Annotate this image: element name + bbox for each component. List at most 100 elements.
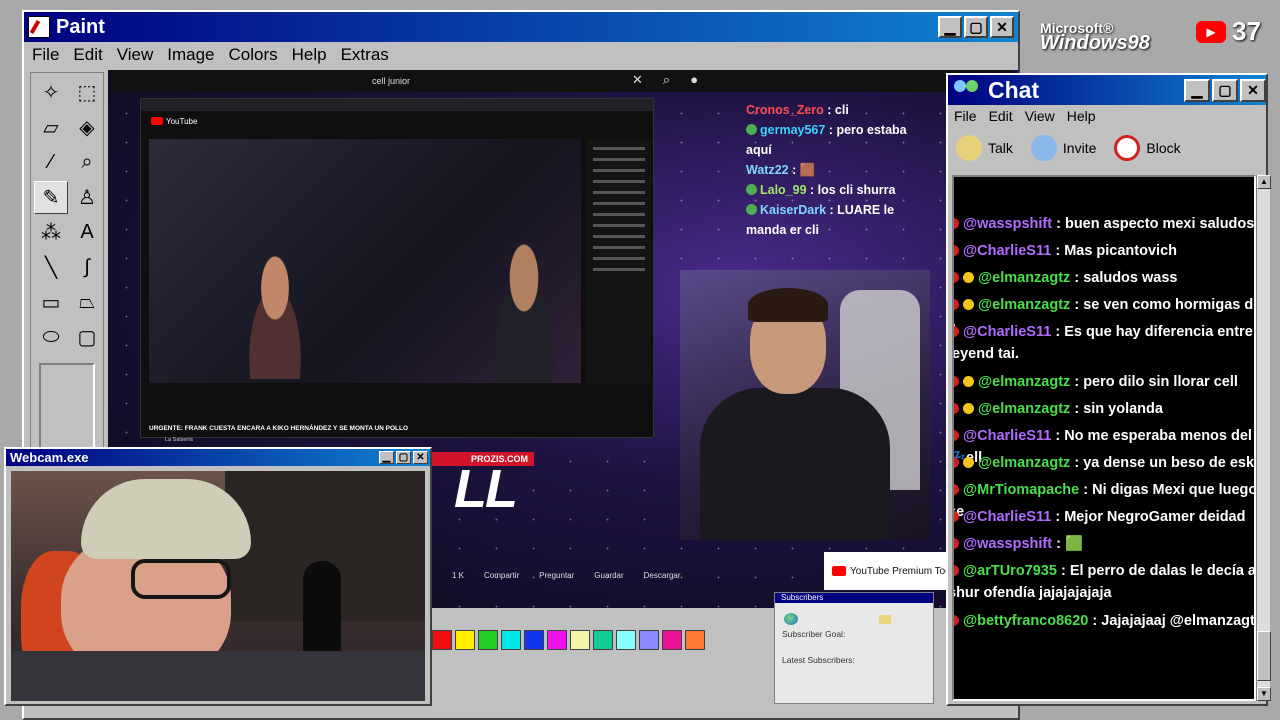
- like-button[interactable]: 1 K: [452, 571, 464, 580]
- eraser-icon[interactable]: ▱: [34, 111, 68, 144]
- youtube-header: YouTube: [141, 111, 653, 131]
- chat-username[interactable]: @wasspshift: [963, 536, 1052, 552]
- chat-text: Mejor NegroGamer deidad: [1064, 509, 1246, 525]
- chat-username[interactable]: @CharlieS11: [963, 243, 1051, 259]
- color-swatch[interactable]: [478, 630, 498, 650]
- chat-titlebar[interactable]: Chat ▁ ▢ ✕: [948, 75, 1266, 105]
- menu-help[interactable]: Help: [292, 45, 327, 65]
- close-button[interactable]: ✕: [1240, 78, 1266, 102]
- menu-file[interactable]: File: [32, 45, 59, 65]
- pencil-icon[interactable]: ✎: [34, 181, 68, 214]
- chat-message: @CharlieS11 : Mejor NegroGamer deidad: [954, 506, 1254, 528]
- fill-icon[interactable]: ◈: [70, 111, 104, 144]
- block-button[interactable]: Block: [1114, 135, 1181, 161]
- video-actions: 1 K Compartir Preguntar Guardar Descarga…: [452, 566, 802, 584]
- maximize-button[interactable]: ▢: [1212, 78, 1238, 102]
- stream-chat-line: Lalo_99 : los cli shurra: [746, 180, 926, 200]
- paint-app-icon: [28, 16, 50, 38]
- chat-text: 🟩: [1064, 536, 1084, 552]
- menu-extras[interactable]: Extras: [341, 45, 389, 65]
- minimize-button[interactable]: ▁: [938, 16, 962, 38]
- rounded-rect-icon[interactable]: ▢: [70, 321, 104, 354]
- chat-message: @elmanzagtz : pero dilo sin llorar cell: [954, 371, 1254, 393]
- polygon-icon[interactable]: ⏢: [70, 286, 104, 319]
- chat-username[interactable]: @elmanzagtz: [978, 297, 1070, 313]
- color-swatch[interactable]: [616, 630, 636, 650]
- download-button[interactable]: Descargar: [644, 571, 681, 580]
- chat-username[interactable]: @bettyfranco8620: [963, 613, 1088, 629]
- color-swatch[interactable]: [524, 630, 544, 650]
- minimize-button[interactable]: ▁: [1184, 78, 1210, 102]
- chat-username[interactable]: @arTUro7935: [963, 563, 1057, 579]
- invite-button[interactable]: Invite: [1030, 135, 1096, 161]
- color-swatch[interactable]: [432, 630, 452, 650]
- maximize-button[interactable]: ▢: [964, 16, 988, 38]
- color-swatch[interactable]: [547, 630, 567, 650]
- share-button[interactable]: Compartir: [484, 571, 519, 580]
- chat-message: @elmanzagtz : ya dense un beso de eskima…: [954, 452, 1255, 474]
- magnifier-icon[interactable]: ⌕: [70, 146, 104, 179]
- scroll-thumb[interactable]: [1257, 631, 1271, 681]
- color-swatch[interactable]: [639, 630, 659, 650]
- free-select-icon[interactable]: ✧: [34, 76, 68, 109]
- brush-icon[interactable]: ♙: [70, 181, 104, 214]
- microphone-icon[interactable]: ●: [690, 72, 698, 88]
- tool-options[interactable]: [39, 363, 95, 453]
- mod-badge-icon: [963, 403, 974, 414]
- chat-username[interactable]: @elmanzagtz: [978, 455, 1070, 471]
- menu-view[interactable]: View: [117, 45, 154, 65]
- color-swatch[interactable]: [593, 630, 613, 650]
- rect-select-icon[interactable]: ⬚: [70, 76, 104, 109]
- color-picker-icon[interactable]: ⁄: [34, 146, 68, 179]
- close-button[interactable]: ✕: [413, 451, 428, 464]
- clear-icon[interactable]: ✕: [632, 72, 643, 88]
- chat-username[interactable]: @elmanzagtz: [978, 401, 1070, 417]
- message-marker-icon: [954, 299, 959, 310]
- save-button[interactable]: Guardar: [594, 571, 623, 580]
- chat-menu-help[interactable]: Help: [1067, 108, 1096, 124]
- subscribers-title: Subscribers: [775, 593, 933, 603]
- chat-scrollbar[interactable]: ▲ ▼: [1256, 175, 1271, 701]
- curve-icon[interactable]: ∫: [70, 251, 104, 284]
- message-marker-icon: [954, 376, 959, 387]
- line-icon[interactable]: ╲: [34, 251, 68, 284]
- youtube-search-input[interactable]: cell junior: [346, 72, 676, 90]
- chat-username[interactable]: @elmanzagtz: [978, 374, 1070, 390]
- badge-icon: [746, 204, 757, 215]
- color-swatch[interactable]: [501, 630, 521, 650]
- chat-menu-view[interactable]: View: [1025, 108, 1055, 124]
- search-icon[interactable]: ⌕: [663, 72, 670, 88]
- chat-username[interactable]: @CharlieS11: [963, 509, 1051, 525]
- webcam-titlebar[interactable]: Webcam.exe ▁ ▢ ✕: [6, 449, 430, 466]
- block-icon: [1114, 135, 1141, 161]
- color-swatch[interactable]: [570, 630, 590, 650]
- close-button[interactable]: ✕: [990, 16, 1014, 38]
- chat-username[interactable]: @MrTiomapache: [963, 482, 1079, 498]
- menu-image[interactable]: Image: [167, 45, 214, 65]
- color-swatch[interactable]: [662, 630, 682, 650]
- ellipse-icon[interactable]: ⬭: [34, 321, 68, 354]
- chat-menu-file[interactable]: File: [954, 108, 977, 124]
- chat-username[interactable]: @elmanzagtz: [978, 270, 1070, 286]
- chat-menu-edit[interactable]: Edit: [989, 108, 1013, 124]
- menu-edit[interactable]: Edit: [73, 45, 102, 65]
- paint-titlebar[interactable]: Paint ▁ ▢ ✕: [24, 12, 1018, 42]
- scroll-up-icon[interactable]: ▲: [1257, 175, 1271, 189]
- latest-subscribers-label: Latest Subscribers:: [782, 655, 855, 665]
- text-icon[interactable]: A: [70, 216, 104, 249]
- color-swatch[interactable]: [455, 630, 475, 650]
- chat-username[interactable]: @CharlieS11: [963, 428, 1051, 444]
- maximize-button[interactable]: ▢: [396, 451, 411, 464]
- minimize-button[interactable]: ▁: [379, 451, 394, 464]
- embedded-video[interactable]: [149, 139, 581, 383]
- ask-button[interactable]: Preguntar: [539, 571, 574, 580]
- airbrush-icon[interactable]: ⁂: [34, 216, 68, 249]
- talk-button[interactable]: Talk: [956, 135, 1013, 161]
- chat-username[interactable]: @wasspshift: [963, 216, 1052, 232]
- scroll-down-icon[interactable]: ▼: [1257, 687, 1271, 701]
- chat-text: ya dense un beso de eskimal: [1083, 455, 1255, 471]
- chat-username[interactable]: @CharlieS11: [963, 324, 1051, 340]
- rectangle-icon[interactable]: ▭: [34, 286, 68, 319]
- menu-colors[interactable]: Colors: [229, 45, 278, 65]
- color-swatch[interactable]: [685, 630, 705, 650]
